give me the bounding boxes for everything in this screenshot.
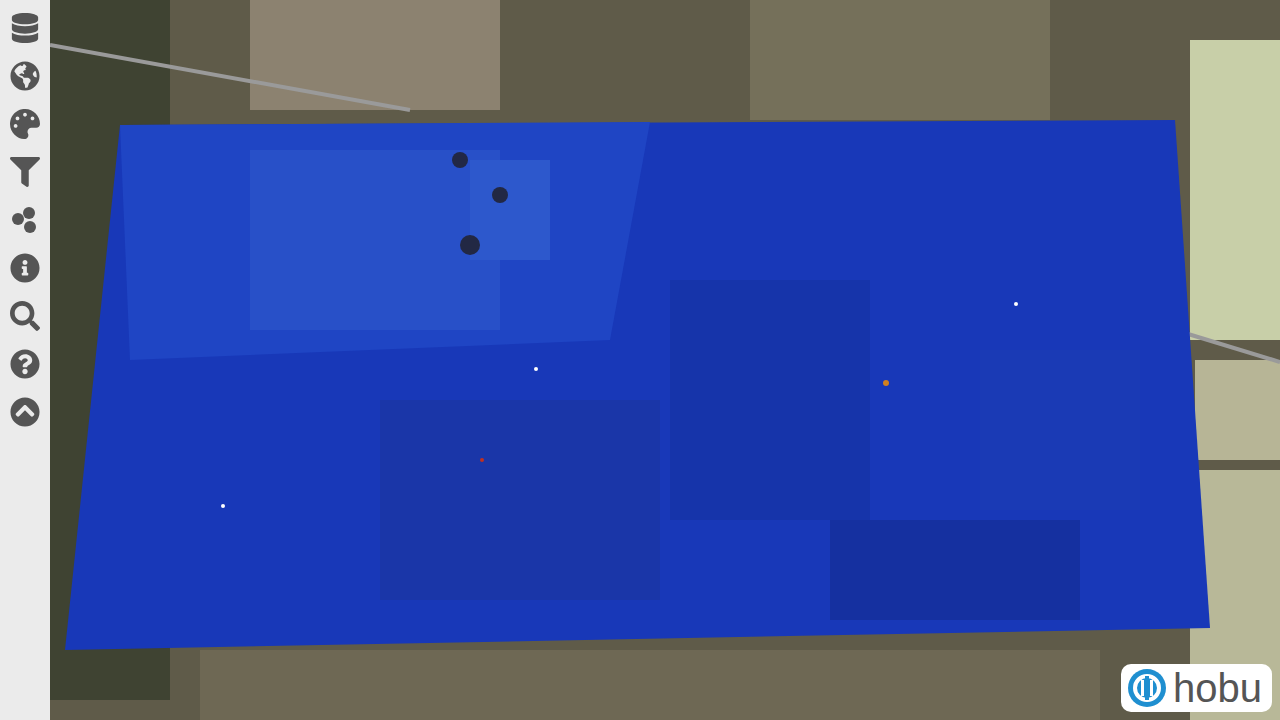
chevron-up-icon	[10, 397, 40, 427]
filter-icon	[10, 157, 40, 187]
layers-button[interactable]	[0, 4, 50, 52]
cluster-button[interactable]	[0, 196, 50, 244]
style-button[interactable]	[0, 100, 50, 148]
info-icon	[10, 253, 40, 283]
logo-text: hobu	[1173, 666, 1262, 710]
help-icon	[10, 349, 40, 379]
map-canvas[interactable]: hobu	[50, 0, 1280, 720]
search-icon	[10, 301, 40, 331]
cluster-icon	[9, 204, 41, 236]
basemap-button[interactable]	[0, 52, 50, 100]
database-icon	[10, 13, 40, 43]
collapse-button[interactable]	[0, 388, 50, 436]
point-cloud-map	[50, 0, 1280, 720]
palette-icon	[10, 109, 40, 139]
toolbar	[0, 0, 50, 720]
help-button[interactable]	[0, 340, 50, 388]
filter-button[interactable]	[0, 148, 50, 196]
viewer: hobu	[0, 0, 1280, 720]
hobu-logo: hobu	[1121, 664, 1272, 712]
info-button[interactable]	[0, 244, 50, 292]
hobu-logo-icon	[1127, 668, 1167, 708]
search-button[interactable]	[0, 292, 50, 340]
globe-icon	[10, 61, 40, 91]
